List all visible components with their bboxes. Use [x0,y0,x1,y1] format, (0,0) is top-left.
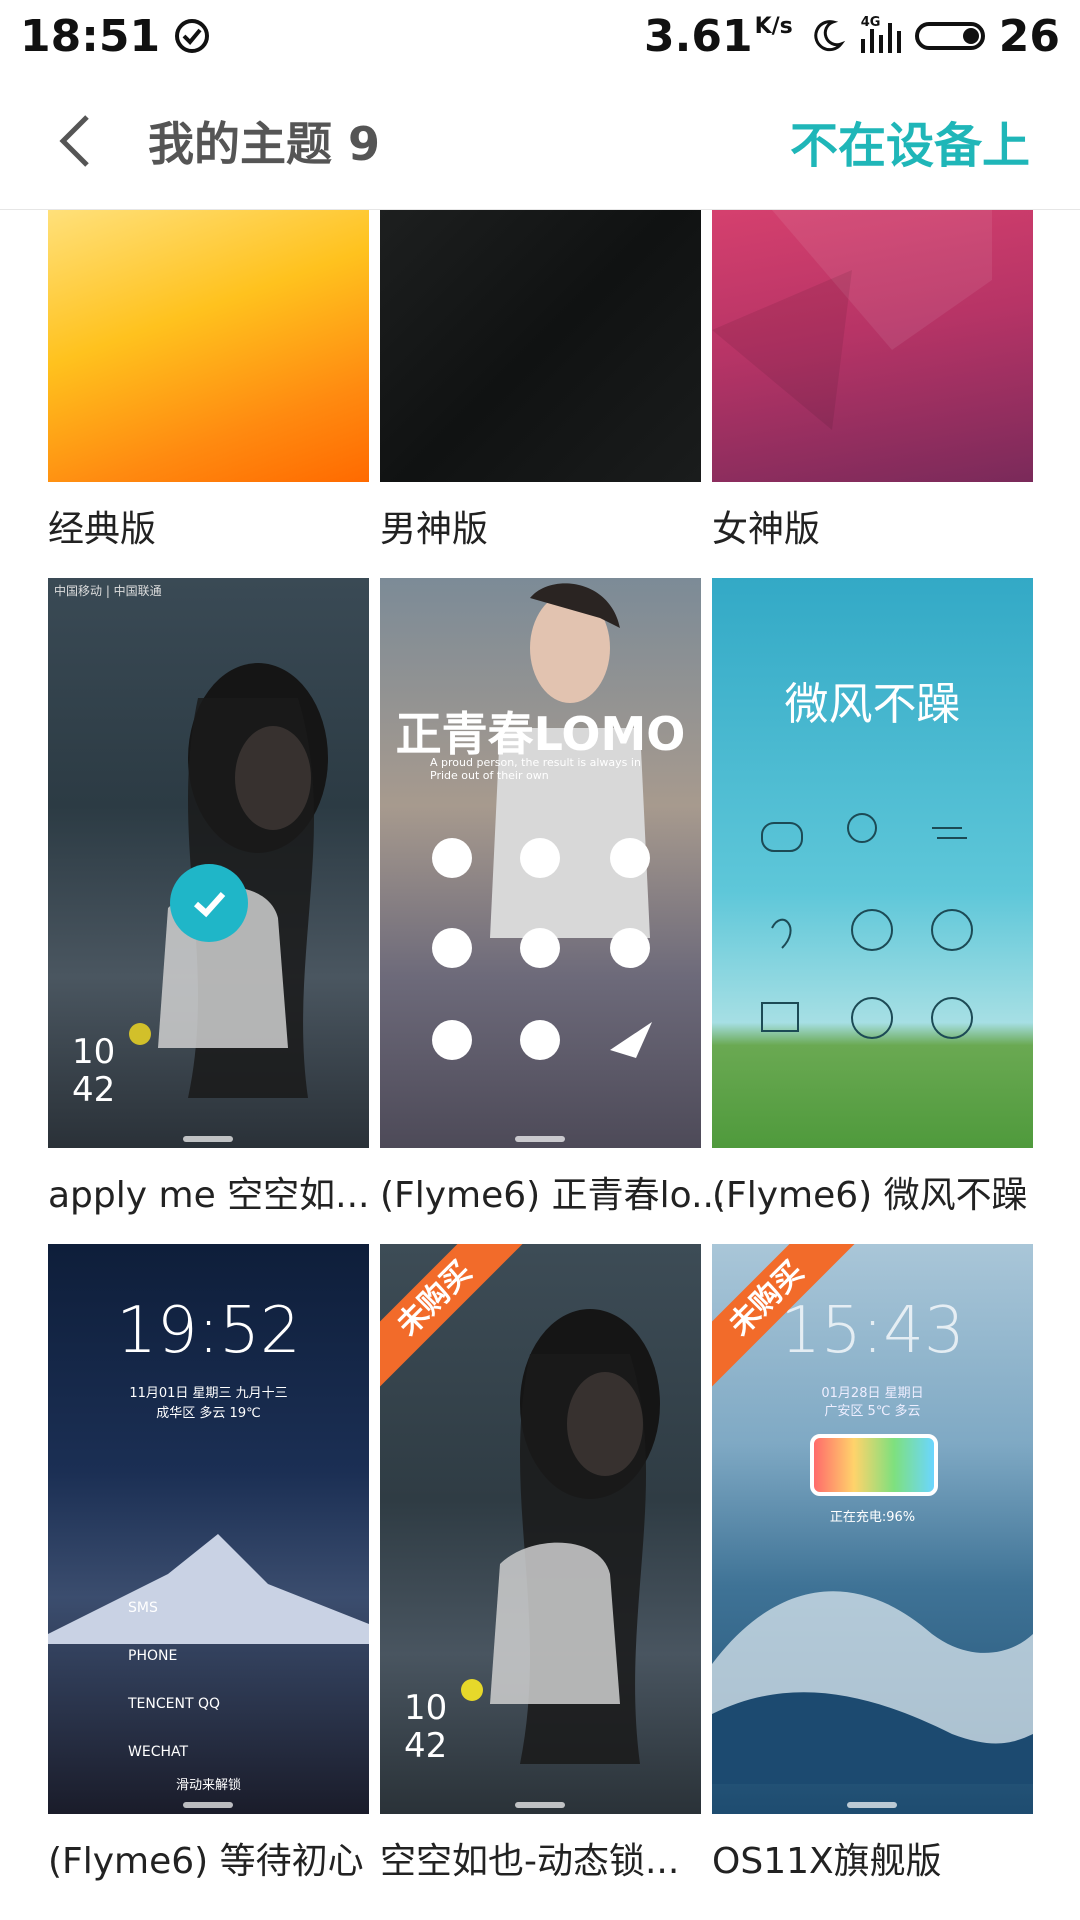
status-time: 18:51 [20,10,161,62]
theme-label: 经典版 [48,509,157,550]
theme-thumbnail [380,210,701,482]
theme-label: (Flyme6) 微风不躁 [712,1175,1028,1216]
theme-card[interactable]: 10 42 未购买 空空如也-动态锁... [380,1244,701,1884]
pattern-graphic [712,210,992,430]
theme-label: (Flyme6) 正青春lo... [380,1175,726,1216]
theme-thumbnail: 正青春LOMO A proud person, the result is al… [380,578,701,1148]
status-bar: 18:51 3.61K/s 4G 26 [0,0,1080,72]
line-icons-grid [761,813,973,1039]
page-title: 我的主题 9 [148,116,381,171]
theme-card[interactable]: 经典版 [48,210,369,552]
theme-thumbnail: 15:43 01月28日 星期日 广安区 5℃ 多云 正在充电:96% 未购买 [712,1244,1033,1814]
wave-graphic [712,1591,1033,1784]
theme-thumbnail: 中国移动 | 中国联通 10 42 [48,578,369,1148]
theme-card[interactable]: 中国移动 | 中国联通 10 42 apply me 空空如... [48,578,370,1218]
theme-label: 男神版 [380,509,489,550]
theme-thumbnail: 10 42 未购买 [380,1244,701,1814]
lockscreen-clock: 10 42 [404,1688,448,1766]
not-on-device-button[interactable]: 不在设备上 [790,106,1030,176]
theme-grid: 经典版 男神版 女神版 中国移动 | 中国联通 10 42 apply me 空… [0,210,1080,1920]
theme-thumbnail [712,210,1033,482]
chevron-left-icon [59,114,89,167]
theme-label: OS11X旗舰版 [712,1841,942,1882]
moon-icon [814,20,845,52]
app-header: 我的主题 9 不在设备上 [0,72,1080,210]
preview-subtitle: A proud person, the result is always in … [430,756,641,782]
applied-check-icon [170,864,248,942]
theme-card[interactable]: 正青春LOMO A proud person, the result is al… [380,578,726,1218]
theme-label: 空空如也-动态锁... [380,1841,680,1882]
theme-label: (Flyme6) 等待初心 [48,1841,364,1882]
battery-icon [914,22,985,50]
theme-card[interactable]: 19:52 11月01日 星期三 九月十三 成华区 多云 19℃ SMS PHO… [48,1244,369,1884]
check-circle-icon [175,19,210,53]
net-speed: 3.61K/s [644,10,793,62]
lockscreen-time: 19:52 [116,1294,301,1368]
theme-thumbnail: 19:52 11月01日 星期三 九月十三 成华区 多云 19℃ SMS PHO… [48,1244,369,1814]
back-button[interactable] [40,101,110,181]
theme-card[interactable]: 女神版 [712,210,1033,552]
battery-graphic [810,1434,938,1496]
preview-title: 微风不躁 [784,679,961,730]
theme-thumbnail: 微风不躁 [712,578,1033,1148]
theme-card[interactable]: 15:43 01月28日 星期日 广安区 5℃ 多云 正在充电:96% 未购买 … [712,1244,1033,1884]
lockscreen-clock: 10 42 [72,1032,116,1110]
app-icons-grid [432,838,652,1060]
theme-thumbnail [48,210,369,482]
theme-card[interactable]: 男神版 [380,210,701,552]
theme-label: apply me 空空如... [48,1175,370,1216]
battery-level: 26 [998,10,1060,62]
signal-icon: 4G [860,15,901,53]
theme-card[interactable]: 微风不躁 (Flyme6) 微风不躁 [712,578,1033,1218]
preview-title: 正青春LOMO [395,707,686,761]
theme-label: 女神版 [712,509,821,550]
